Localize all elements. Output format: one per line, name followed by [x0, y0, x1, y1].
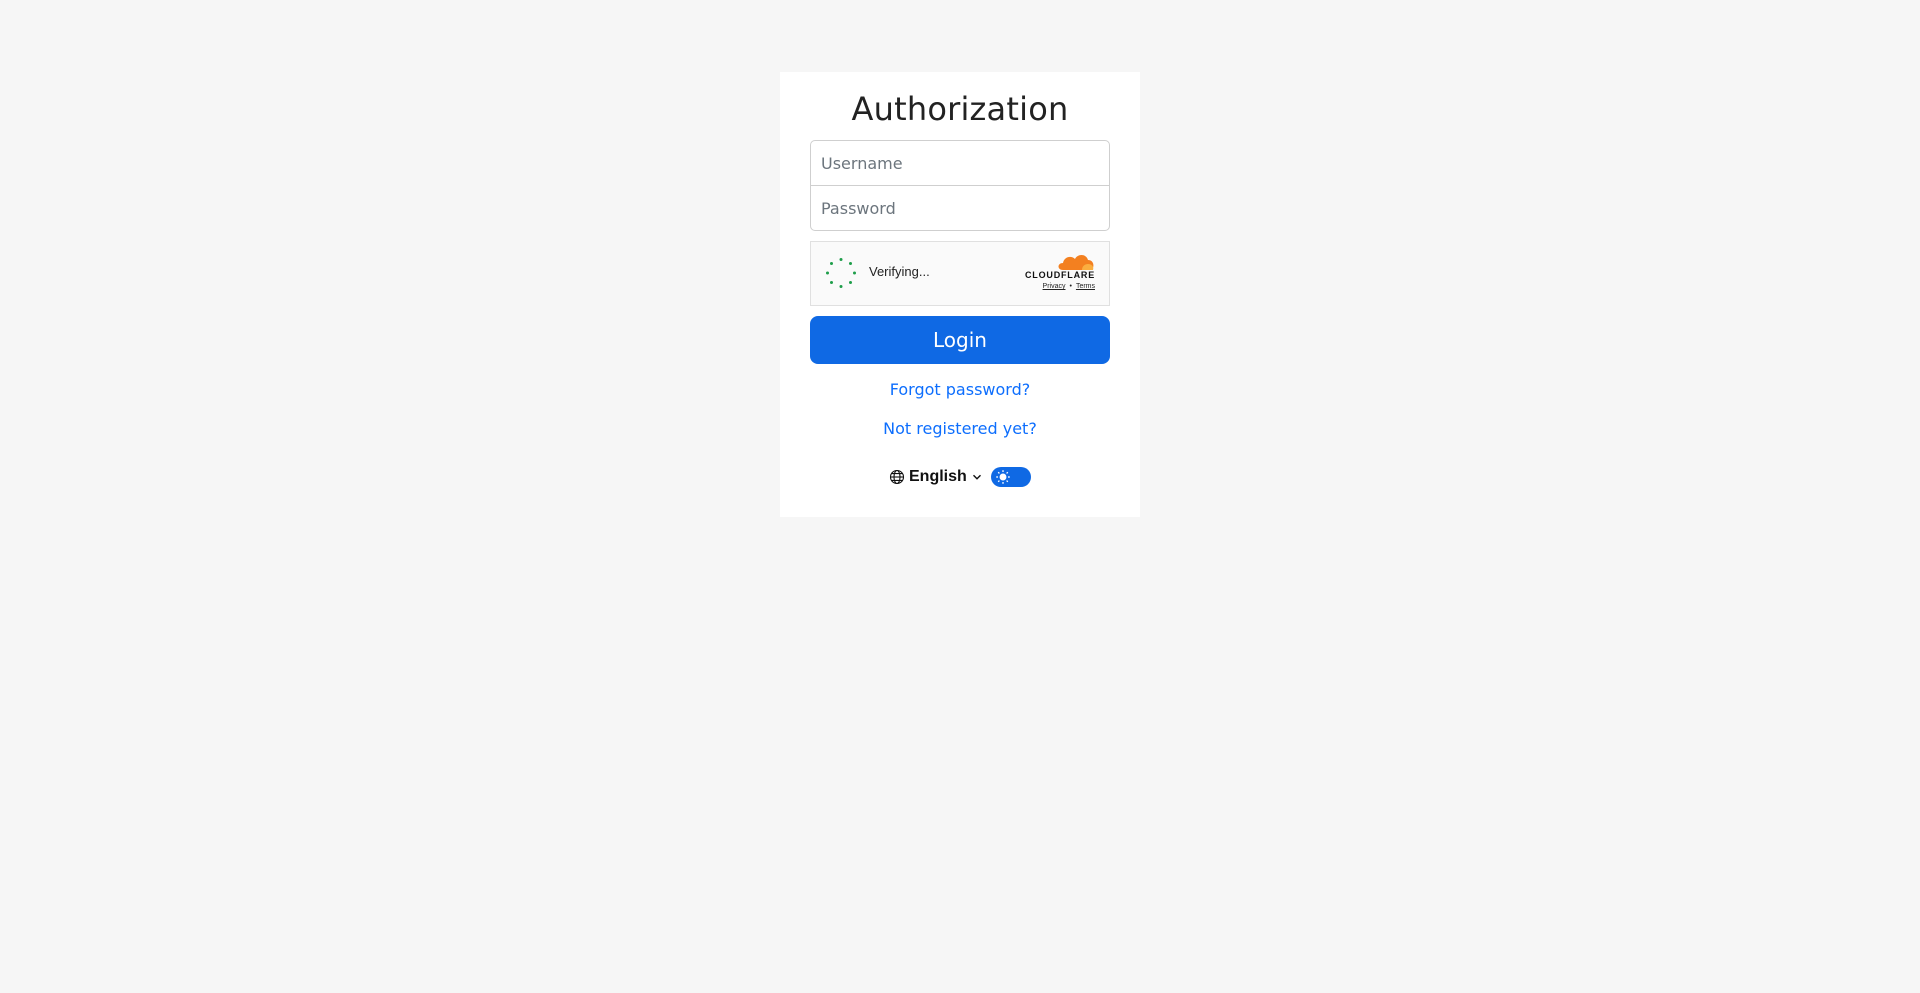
- footer-controls: English: [780, 465, 1140, 489]
- language-selector[interactable]: English: [889, 467, 982, 487]
- page-title: Authorization: [851, 90, 1069, 128]
- login-card: Authorization Verifying... CLOUDFLARE: [780, 72, 1140, 517]
- register-link[interactable]: Not registered yet?: [780, 419, 1140, 438]
- language-label: English: [909, 468, 967, 485]
- password-input[interactable]: [810, 185, 1110, 231]
- sun-icon: [996, 470, 1010, 484]
- captcha-links: Privacy • Terms: [1043, 283, 1095, 290]
- chevron-down-icon: [972, 474, 981, 480]
- terms-link[interactable]: Terms: [1076, 283, 1095, 290]
- cloudflare-cloud-icon: [1058, 255, 1094, 270]
- cloudflare-captcha-widget[interactable]: Verifying... CLOUDFLARE Privacy • Terms: [810, 241, 1110, 306]
- link-separator: •: [1069, 283, 1072, 290]
- theme-toggle[interactable]: [991, 467, 1031, 487]
- login-button[interactable]: Login: [810, 316, 1110, 364]
- spinner-icon: [826, 258, 856, 288]
- cloudflare-wordmark: CLOUDFLARE: [1025, 270, 1095, 280]
- captcha-status: Verifying...: [869, 264, 930, 279]
- globe-icon: [889, 469, 905, 485]
- privacy-link[interactable]: Privacy: [1043, 283, 1066, 290]
- username-input[interactable]: [810, 140, 1110, 186]
- cloudflare-logo: CLOUDFLARE: [1019, 251, 1095, 283]
- forgot-password-link[interactable]: Forgot password?: [780, 380, 1140, 399]
